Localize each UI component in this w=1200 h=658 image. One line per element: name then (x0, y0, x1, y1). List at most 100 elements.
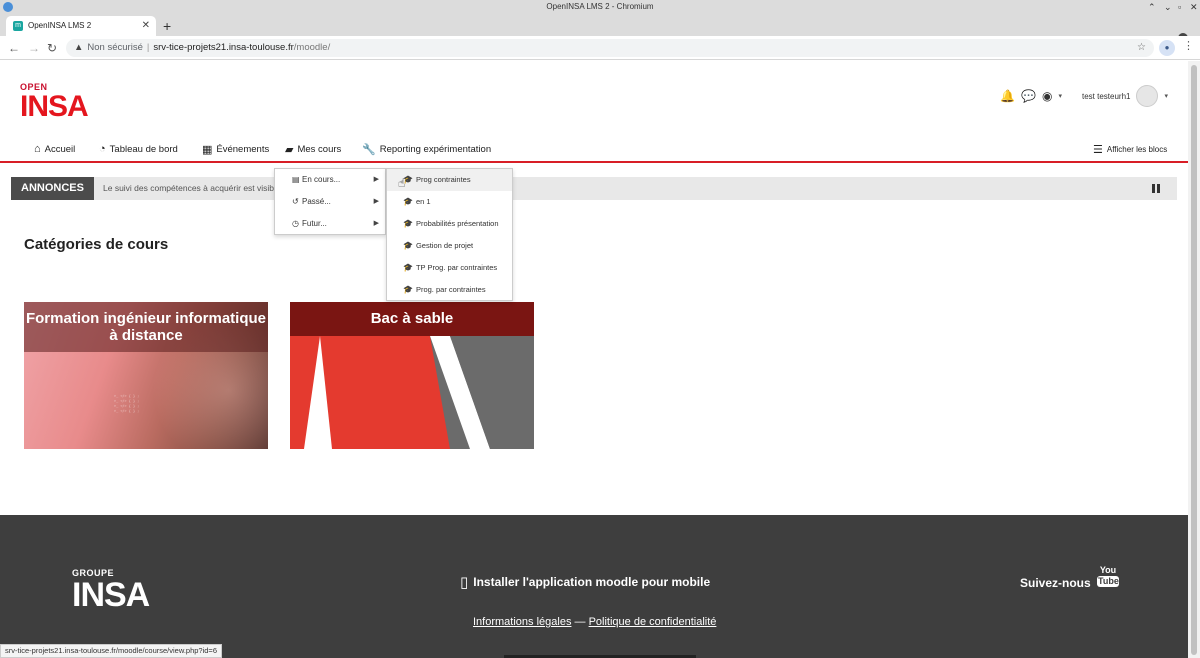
home-icon: ⌂ (34, 143, 41, 155)
user-menu-chevron-icon[interactable]: ▾ (1164, 92, 1168, 100)
course-label: Prog. par contraintes (415, 285, 486, 294)
briefcase-icon: ▰ (285, 144, 294, 156)
install-app-label: Installer l'application moodle pour mobi… (473, 575, 711, 589)
wrench-icon: 🔧 (362, 144, 376, 156)
browser-tab[interactable]: m OpenINSA LMS 2 ✕ (6, 16, 156, 36)
page-title: Catégories de cours (24, 236, 169, 253)
url-host: srv-tice-projets21.insa-toulouse.fr (153, 42, 294, 53)
nav-home[interactable]: ⌂ Accueil (34, 143, 75, 155)
graduation-cap-icon: 🎓 (403, 263, 413, 272)
user-name[interactable]: test testeurh1 (1082, 92, 1130, 101)
chevron-down-icon[interactable]: ▾ (1058, 92, 1062, 100)
nav-events-label: Événements (216, 144, 270, 155)
user-area: 🔔 💬 ◉ ▾ test testeurh1 ▾ (1000, 85, 1168, 107)
nav-home-label: Accueil (44, 143, 76, 155)
category-card-title[interactable]: Bac à sable (290, 302, 534, 336)
scrollbar-thumb[interactable] (1191, 65, 1197, 655)
moodle-favicon-icon: m (13, 21, 23, 31)
pause-icon[interactable] (1152, 184, 1160, 193)
course-menu-item[interactable]: 🎓 Probabilités présentation (387, 213, 512, 235)
site-logo[interactable]: OPEN INSA (20, 82, 89, 123)
chromium-icon (3, 2, 13, 12)
messages-icon[interactable]: 💬 (1021, 89, 1036, 103)
course-label: Prog contraintes (415, 175, 471, 184)
page-scrollbar[interactable] (1188, 61, 1200, 658)
category-card[interactable]: >_ </> { } ; >_ </> { } ; >_ </> { } ; >_ <… (24, 302, 268, 449)
announcement-text[interactable]: Le suivi des compétences à acquérir est … (103, 183, 274, 193)
course-label: en 1 (415, 197, 431, 206)
menu-item-future[interactable]: ◷ Futur... ▶ (275, 213, 385, 235)
card-image-decoration: >_ </> { } ; >_ </> { } ; >_ </> { } ; >_ <… (114, 394, 140, 413)
reload-icon[interactable]: ↻ (47, 40, 57, 56)
privacy-policy-link[interactable]: Politique de confidentialité (589, 616, 717, 628)
maximize-icon[interactable]: ▫ (1178, 0, 1181, 14)
category-card[interactable]: Bac à sable (290, 302, 534, 449)
legal-links: Informations légales — Politique de conf… (473, 616, 716, 628)
restore-icon[interactable]: ⌄ (1164, 0, 1172, 14)
youtube-icon[interactable]: You Tube (1097, 565, 1119, 591)
course-menu-item[interactable]: 🎓 Prog contraintes (387, 169, 512, 191)
dashboard-icon: ◔ (99, 143, 106, 155)
minimize-icon[interactable]: ⌃ (1148, 0, 1156, 14)
nav-events[interactable]: ▦ Événements (202, 143, 269, 156)
close-window-icon[interactable]: ✕ (1190, 0, 1198, 14)
category-card-title[interactable]: Formation ingénieur informatique à dista… (24, 302, 268, 352)
announcements-ticker: Le suivi des compétences à acquérir est … (94, 177, 1177, 200)
list-icon: ☰ (1093, 144, 1103, 156)
show-blocks-label: Afficher les blocs (1106, 145, 1168, 154)
graduation-cap-icon: 🎓 (403, 241, 413, 250)
show-blocks-button[interactable]: ☰ Afficher les blocs (1093, 143, 1167, 156)
course-menu-item[interactable]: 🎓 TP Prog. par contraintes (387, 257, 512, 279)
globe-icon[interactable]: ◉ (1042, 89, 1052, 103)
chevron-right-icon: ▶ (373, 176, 379, 183)
course-label: Probabilités présentation (415, 219, 499, 228)
legal-notice-link[interactable]: Informations légales (473, 616, 571, 628)
browser-menu-icon[interactable]: ⋮ (1183, 39, 1194, 52)
youtube-you-text: You (1099, 565, 1117, 575)
youtube-tube-text: Tube (1097, 576, 1119, 587)
announcements-label: ANNONCES (11, 177, 94, 200)
url-input[interactable]: ▲ Non sécurisé | srv-tice-projets21.insa-to… (66, 39, 1154, 57)
graduation-cap-icon: 🎓 (403, 219, 413, 228)
mobile-phone-icon: ▯ (460, 574, 469, 591)
logo-insa-text: INSA (20, 90, 89, 123)
forward-icon[interactable]: → (28, 40, 40, 56)
menu-item-current[interactable]: ▤ En cours... ▶ (275, 169, 385, 191)
bell-icon[interactable]: 🔔 (1000, 89, 1015, 103)
groupe-insa-logo[interactable]: GROUPE INSA (72, 568, 150, 614)
clock-icon: ◷ (292, 219, 299, 228)
address-bar: ← → ↻ ▲ Non sécurisé | srv-tice-projets21.i… (0, 36, 1200, 60)
list-icon: ▤ (292, 175, 300, 184)
new-tab-button[interactable]: + (163, 16, 171, 36)
main-nav: ⌂ Accueil ◔ Tableau de bord ▦ Événements ▰ M… (0, 137, 1188, 163)
nav-reporting-label: Reporting expérimentation (379, 144, 492, 155)
nav-mycourses-label: Mes cours (297, 144, 342, 155)
avatar[interactable] (1136, 85, 1159, 107)
menu-item-past[interactable]: ↺ Passé... ▶ (275, 191, 385, 213)
status-url-bubble: srv-tice-projets21.insa-toulouse.fr/mood… (0, 644, 222, 658)
insecure-label: Non sécurisé (87, 42, 143, 53)
tab-title: OpenINSA LMS 2 (28, 21, 92, 30)
course-menu-item[interactable]: 🎓 Prog. par contraintes (387, 279, 512, 301)
window-titlebar: OpenINSA LMS 2 - Chromium ⌃ ⌄ ▫ ✕ (0, 0, 1200, 14)
nav-mycourses[interactable]: ▰ Mes cours (285, 143, 341, 156)
nav-reporting[interactable]: 🔧 Reporting expérimentation (362, 143, 491, 156)
window-title: OpenINSA LMS 2 - Chromium (546, 2, 654, 11)
course-menu-item[interactable]: 🎓 en 1 (387, 191, 512, 213)
graduation-cap-icon: 🎓 (403, 285, 413, 294)
bookmark-star-icon[interactable]: ☆ (1137, 39, 1146, 57)
legal-separator: — (574, 616, 586, 628)
follow-us-label: Suivez-nous (1020, 576, 1091, 590)
course-menu-item[interactable]: 🎓 Gestion de projet (387, 235, 512, 257)
chevron-right-icon: ▶ (373, 220, 379, 227)
nav-dashboard[interactable]: ◔ Tableau de bord (99, 143, 178, 155)
install-app-link[interactable]: ▯ Installer l'application moodle pour mo… (460, 573, 710, 591)
history-icon: ↺ (292, 197, 299, 206)
mycourses-dropdown: ▤ En cours... ▶ ↺ Passé... ▶ ◷ Futur... ▶ (274, 168, 386, 235)
profile-avatar-icon[interactable]: ● (1159, 40, 1175, 56)
back-icon[interactable]: ← (8, 40, 20, 56)
close-tab-icon[interactable]: ✕ (142, 16, 150, 36)
warning-icon: ▲ (74, 42, 84, 53)
calendar-icon: ▦ (202, 144, 213, 156)
groupe-insa-text: INSA (72, 576, 150, 614)
